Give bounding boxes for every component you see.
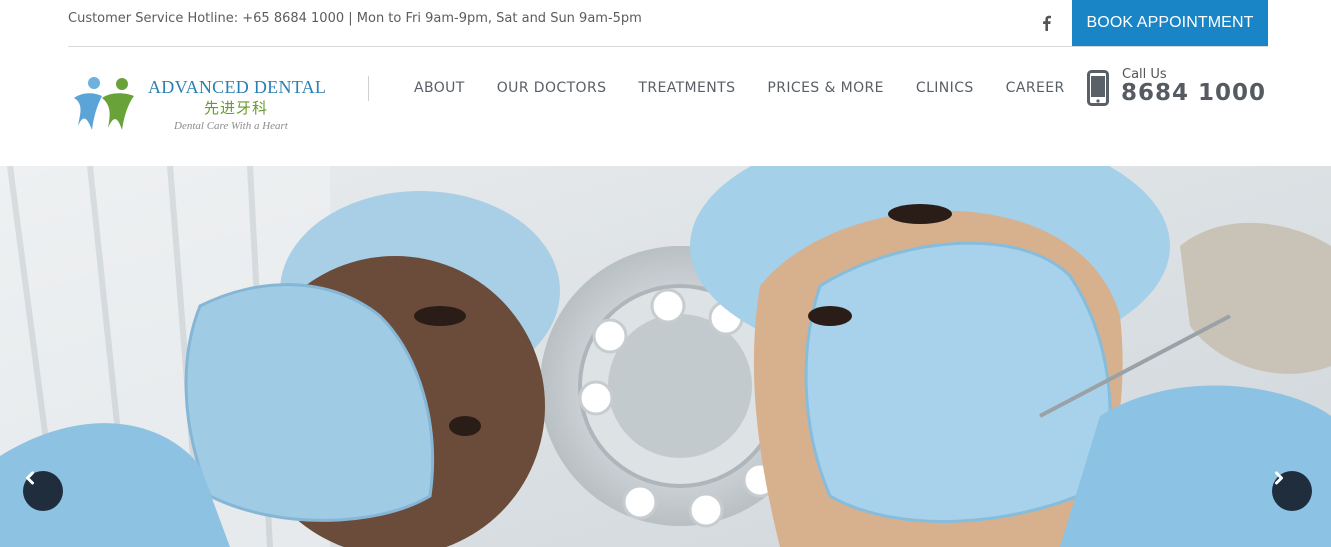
mobile-phone-icon	[1087, 70, 1109, 106]
chevron-right-icon	[1275, 471, 1283, 485]
logo-chinese-name: 先进牙科	[204, 99, 269, 117]
top-bar: Customer Service Hotline: +65 8684 1000 …	[0, 0, 1331, 46]
hero-slider	[0, 166, 1331, 547]
hero-image	[0, 166, 1331, 547]
logo-title: ADVANCED DENTAL	[148, 77, 327, 97]
call-us-number[interactable]: 8684 1000	[1121, 80, 1266, 106]
logo-tagline: Dental Care With a Heart	[174, 120, 288, 132]
nav-item-career[interactable]: CAREER	[990, 78, 1081, 98]
chevron-left-icon	[26, 471, 34, 485]
logo-figures-icon	[74, 77, 134, 130]
hotline-text: Customer Service Hotline: +65 8684 1000 …	[68, 11, 642, 26]
nav-item-prices-more[interactable]: PRICES & MORE	[751, 78, 900, 98]
logo-nav-divider	[368, 76, 369, 101]
nav-item-our-doctors[interactable]: OUR DOCTORS	[481, 78, 623, 98]
nav-item-clinics[interactable]: CLINICS	[900, 78, 990, 98]
site-logo[interactable]: ADVANCED DENTAL 先进牙科 Dental Care With a …	[72, 74, 332, 136]
book-appointment-button[interactable]: BOOK APPOINTMENT	[1072, 0, 1268, 46]
nav-item-treatments[interactable]: TREATMENTS	[622, 78, 751, 98]
header-divider	[68, 46, 1268, 47]
nav-item-about[interactable]: ABOUT	[398, 78, 481, 98]
slider-next-button[interactable]	[1272, 471, 1312, 511]
main-nav: ABOUT OUR DOCTORS TREATMENTS PRICES & MO…	[398, 78, 1081, 98]
facebook-icon[interactable]	[1036, 11, 1056, 35]
slider-prev-button[interactable]	[23, 471, 63, 511]
